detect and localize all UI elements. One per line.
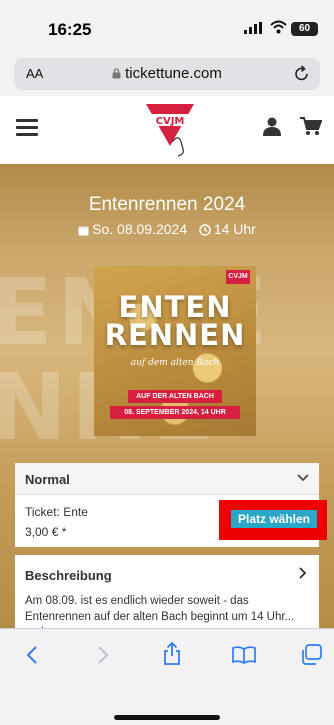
- poster-script: auf dem alten Bach: [130, 358, 220, 368]
- status-bar: 16:25 60: [0, 0, 334, 56]
- forward-icon[interactable]: [97, 645, 109, 665]
- event-time: 14 Uhr: [213, 221, 256, 237]
- ticket-category-header[interactable]: Normal: [15, 463, 319, 495]
- poster-headline-2: RENNEN: [104, 318, 246, 352]
- reload-icon[interactable]: [294, 65, 310, 82]
- back-icon[interactable]: [26, 645, 38, 665]
- description-card[interactable]: Beschreibung Am 08.09. ist es endlich wi…: [15, 555, 319, 628]
- select-seat-highlight: Platz wählen: [219, 500, 327, 540]
- url-text: tickettune.com: [125, 65, 222, 82]
- wifi-icon: [270, 20, 287, 34]
- signal-icon: [244, 22, 262, 34]
- site-logo[interactable]: CVJM: [142, 102, 198, 160]
- url-field[interactable]: tickettune.com: [14, 65, 320, 82]
- ticket-name: Ticket: Ente: [25, 505, 88, 519]
- description-text: Am 08.09. ist es endlich wieder soweit -…: [25, 595, 295, 623]
- event-poster: CVJM ENTEN RENNEN auf dem alten Bach AUF…: [94, 266, 256, 436]
- ticket-category-label: Normal: [25, 472, 70, 487]
- poster-location: AUF DER ALTEN BACH: [128, 390, 222, 403]
- event-meta: So. 08.09.2024 14 Uhr: [0, 221, 334, 237]
- description-heading: Beschreibung: [25, 568, 112, 583]
- ticket-price: 3,00 € *: [25, 525, 67, 539]
- lock-icon: [112, 68, 121, 79]
- chevron-right-icon[interactable]: [299, 567, 307, 579]
- share-icon[interactable]: [163, 641, 181, 665]
- home-indicator: [114, 715, 220, 720]
- user-icon[interactable]: [262, 116, 282, 136]
- tabs-icon[interactable]: [301, 644, 323, 665]
- calendar-icon: [78, 226, 89, 236]
- ticket-card: Normal Ticket: Ente 3,00 € * Platz wähle…: [15, 463, 327, 547]
- poster-logo: CVJM: [226, 270, 250, 284]
- event-hero: ENTE NNE Entenrennen 2024 So. 08.09.2024…: [0, 164, 334, 628]
- menu-icon[interactable]: [16, 119, 38, 136]
- cart-icon[interactable]: [300, 116, 322, 136]
- event-title: Entenrennen 2024: [88, 194, 246, 215]
- browser-toolbar: [0, 628, 334, 725]
- select-seat-button[interactable]: Platz wählen: [231, 510, 317, 528]
- bookmarks-icon[interactable]: [232, 646, 256, 664]
- status-time: 16:25: [48, 20, 92, 39]
- event-date: So. 08.09.2024: [92, 221, 188, 237]
- logo-text: CVJM: [156, 116, 185, 127]
- address-bar[interactable]: AA tickettune.com: [14, 58, 320, 90]
- poster-date: 08. SEPTEMBER 2024, 14 UHR: [110, 406, 240, 419]
- site-header: CVJM: [0, 96, 334, 164]
- clock-icon: [199, 224, 211, 236]
- chevron-down-icon[interactable]: [297, 474, 309, 482]
- battery-indicator: 60: [291, 22, 318, 36]
